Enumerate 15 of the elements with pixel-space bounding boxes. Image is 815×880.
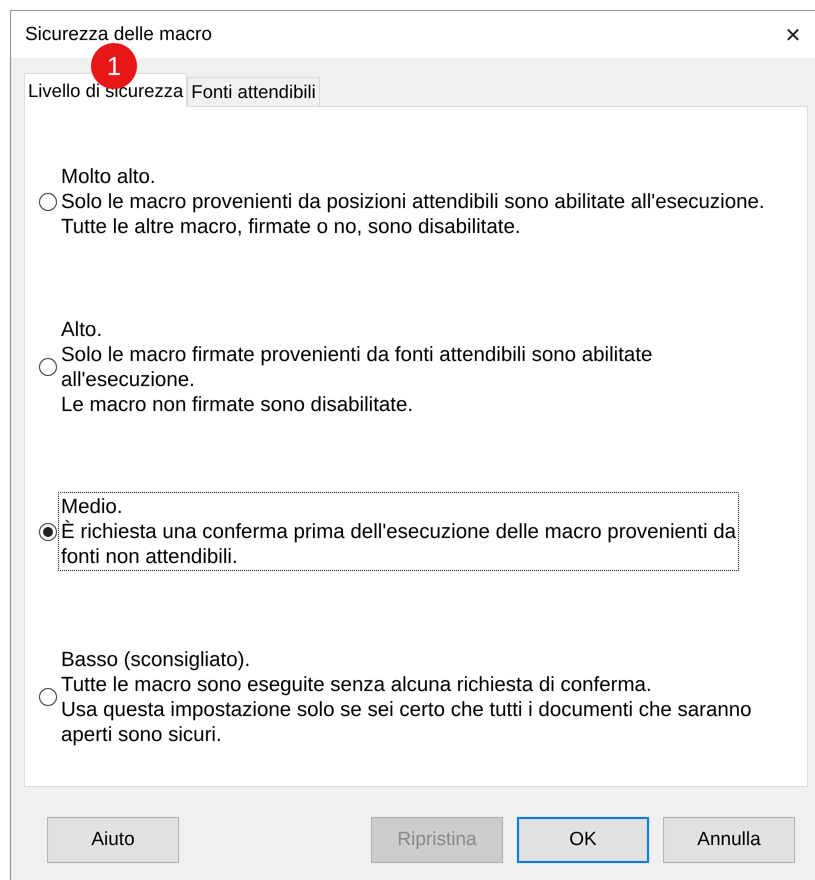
option-description: Solo le macro firmate provenienti da fonti attendibili sono abilitate <box>61 342 652 366</box>
option-title: Molto alto. <box>61 164 157 189</box>
window-title: Sicurezza delle macro <box>25 24 212 46</box>
option-description: È richiesta una conferma prima dell'esecuzione delle macro provenienti da <box>61 519 736 544</box>
option-description: Solo le macro provenienti da posizioni attendibili sono abilitate all'esecuzione. <box>61 189 765 214</box>
option-description: fonti non attendibili. <box>61 544 239 569</box>
option-title: Medio. <box>61 494 124 519</box>
option-title: Alto. <box>61 316 104 342</box>
option-description: aperti sono sicuri. <box>61 722 223 746</box>
option-description: Le macro non firmate sono disabilitate. <box>61 392 414 416</box>
option-title: Basso (sconsigliato). <box>61 646 252 672</box>
option-description: all'esecuzione. <box>61 366 196 392</box>
option-description: Tutte le macro sono eseguite senza alcuna richiesta di conferma. <box>61 672 653 696</box>
option-description: Tutte le altre macro, firmate o no, sono disabilitate. <box>61 214 522 239</box>
option-description: Usa questa impostazione solo se sei certo che tutti i documenti che saranno <box>61 696 752 722</box>
